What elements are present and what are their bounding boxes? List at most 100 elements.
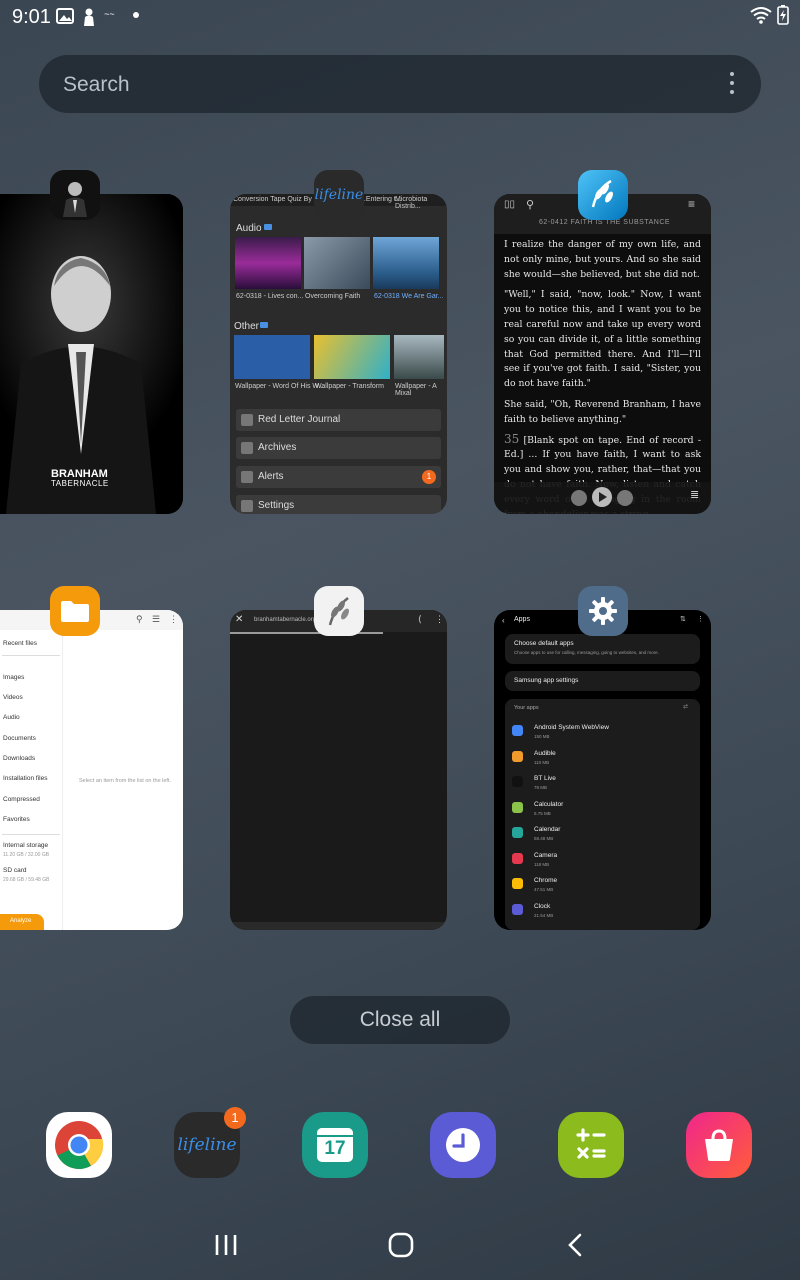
audio-item-title: Overcoming Faith bbox=[305, 293, 361, 300]
recent-app-my-files[interactable]: ⚲ ☰ ⋮ Recent files Images Videos Audio D… bbox=[0, 610, 183, 930]
recent-app-sermon-reader[interactable]: ▯▯ ⚲ ≡ 62-0412 FAITH IS THE SUBSTANCE I … bbox=[494, 194, 711, 514]
sermon-header: 62-0412 FAITH IS THE SUBSTANCE bbox=[539, 219, 671, 226]
files-sidebar-item[interactable]: SD card bbox=[3, 867, 26, 874]
settings-app-row[interactable]: BT Live 78 MB bbox=[494, 772, 711, 796]
playlist-icon[interactable]: ≣ bbox=[690, 488, 699, 501]
recents-search-bar[interactable]: Search bbox=[39, 55, 761, 113]
settings-app-row[interactable]: Audible 110 MB bbox=[494, 747, 711, 771]
app-name: Camera bbox=[534, 851, 558, 859]
wallpaper-thumbnail[interactable] bbox=[394, 335, 444, 379]
home-icon[interactable] bbox=[388, 1232, 414, 1258]
files-sidebar-item[interactable]: Documents bbox=[3, 735, 36, 742]
settings-app-row[interactable]: Android System WebView 150 MB bbox=[494, 721, 711, 745]
sermon-paragraph: She said, "Oh, Reverend Branham, I have … bbox=[504, 398, 701, 425]
dock-calendar[interactable]: 17 bbox=[302, 1112, 368, 1178]
megaphone-icon bbox=[241, 471, 253, 483]
journal-icon bbox=[241, 414, 253, 426]
sermon-reader-app-icon[interactable] bbox=[578, 170, 628, 220]
app-name: Calendar bbox=[534, 826, 561, 833]
lifeline-icon: lifeline bbox=[177, 1135, 237, 1155]
more-options-icon[interactable]: ⋮ bbox=[435, 614, 444, 625]
chrome-icon bbox=[55, 1121, 104, 1169]
app-size: 5.75 MB bbox=[534, 810, 551, 816]
gallery-notification-icon bbox=[56, 8, 74, 24]
menu-alerts[interactable]: Alerts 1 bbox=[236, 466, 441, 488]
menu-archives[interactable]: Archives bbox=[236, 437, 441, 459]
analyze-button[interactable]: Analyze bbox=[0, 914, 44, 930]
filter-icon[interactable]: ⇅ bbox=[680, 615, 686, 623]
wifi-icon bbox=[750, 7, 772, 24]
calculator-icon bbox=[576, 1128, 606, 1159]
recent-apps-icon[interactable] bbox=[214, 1232, 238, 1258]
search-icon[interactable]: ⚲ bbox=[136, 614, 143, 625]
settings-app-row[interactable]: Clock 21.54 MB bbox=[494, 900, 711, 924]
app-icon bbox=[512, 903, 523, 915]
files-sidebar-item[interactable]: Audio bbox=[3, 714, 20, 721]
app-name: Calculator bbox=[534, 800, 564, 808]
files-sidebar-item[interactable]: Downloads bbox=[3, 755, 35, 762]
choose-default-apps[interactable]: Choose default apps Choose apps to use f… bbox=[505, 634, 700, 664]
rewind-icon[interactable] bbox=[571, 490, 587, 506]
files-sidebar-item[interactable]: Favorites bbox=[3, 816, 30, 823]
dock-calculator[interactable] bbox=[558, 1112, 624, 1178]
share-icon[interactable]: ⟨ bbox=[418, 614, 422, 625]
settings-app-row[interactable]: Calendar 58.48 MB bbox=[494, 823, 711, 847]
wallpaper-thumbnail[interactable] bbox=[234, 335, 310, 379]
settings-app-row[interactable]: Chrome 47.51 MB bbox=[494, 874, 711, 898]
branham-portrait-image bbox=[0, 194, 183, 514]
settings-app-row[interactable]: Camera 118 MB bbox=[494, 849, 711, 873]
play-icon[interactable] bbox=[592, 487, 612, 507]
dock-galaxy-store[interactable] bbox=[686, 1112, 752, 1178]
recent-app-settings[interactable]: ‹ Apps ⇅ ⋮ Choose default apps Choose ap… bbox=[494, 610, 711, 930]
files-sidebar-item[interactable]: Images bbox=[3, 674, 24, 681]
wallpaper-title: Wallpaper - A Mixal bbox=[395, 383, 437, 397]
search-placeholder: Search bbox=[63, 73, 130, 96]
menu-red-letter-journal[interactable]: Red Letter Journal bbox=[236, 409, 441, 431]
my-files-app-icon[interactable] bbox=[50, 586, 100, 636]
recent-app-branham-tabernacle[interactable]: BRANHAM TABERNACLE bbox=[0, 194, 183, 514]
files-sidebar-item[interactable]: Recent files bbox=[3, 640, 37, 647]
app-icon bbox=[512, 878, 523, 889]
settings-app-icon[interactable] bbox=[578, 586, 628, 636]
files-sidebar-item[interactable]: Videos bbox=[3, 694, 23, 701]
app-size: 21.54 MB bbox=[534, 912, 554, 918]
search-icon[interactable]: ⚲ bbox=[526, 198, 534, 211]
close-all-button[interactable]: Close all bbox=[290, 996, 510, 1044]
more-options-icon[interactable] bbox=[730, 72, 734, 99]
wallpaper-thumbnail[interactable] bbox=[314, 335, 390, 379]
battery-charging-icon bbox=[777, 5, 789, 25]
back-icon[interactable] bbox=[565, 1232, 585, 1258]
files-sidebar-item[interactable]: Installation files bbox=[3, 775, 47, 782]
settings-app-row[interactable]: Calculator 5.75 MB bbox=[494, 798, 711, 822]
fast-forward-icon[interactable] bbox=[617, 490, 633, 506]
files-sidebar-item[interactable]: Compressed bbox=[3, 796, 40, 803]
calendar-icon: 17 bbox=[317, 1128, 353, 1162]
audio-thumbnail[interactable] bbox=[304, 237, 370, 289]
samsung-app-settings[interactable]: Samsung app settings bbox=[505, 671, 700, 691]
more-options-icon[interactable]: ⋮ bbox=[697, 615, 704, 623]
sermon-paragraph: "Well," I said, "now, look." Now, I want… bbox=[504, 289, 701, 390]
close-tab-icon[interactable]: ✕ bbox=[235, 614, 243, 625]
app-name: Chrome bbox=[534, 877, 558, 884]
back-icon[interactable]: ‹ bbox=[502, 616, 505, 625]
sort-icon[interactable]: ⇄ bbox=[683, 703, 688, 710]
menu-settings[interactable]: Settings bbox=[236, 495, 441, 514]
app-size: 118 MB bbox=[534, 861, 550, 867]
settings-title: Apps bbox=[514, 616, 530, 623]
branham-wheat-app-icon[interactable] bbox=[314, 586, 364, 636]
recent-app-browser[interactable]: ✕ branhamtabernacle.org ⟨ ⋮ bbox=[230, 610, 447, 930]
lifeline-app-icon[interactable]: lifeline bbox=[314, 170, 364, 220]
storage-detail: 29.68 GB / 59.48 GB bbox=[3, 877, 50, 883]
recent-app-lifeline[interactable]: Conversion Tape Quiz By P... ...Entering… bbox=[230, 194, 447, 514]
menu-icon[interactable]: ≡ bbox=[688, 197, 695, 211]
files-sidebar-item[interactable]: Internal storage bbox=[3, 842, 48, 849]
more-options-icon[interactable]: ⋮ bbox=[169, 614, 178, 625]
book-icon[interactable]: ▯▯ bbox=[504, 199, 515, 210]
audio-thumbnail[interactable] bbox=[235, 237, 301, 289]
dock-clock[interactable] bbox=[430, 1112, 496, 1178]
list-view-icon[interactable]: ☰ bbox=[152, 614, 160, 625]
audio-thumbnail[interactable] bbox=[373, 237, 439, 289]
audio-item-title: 62-0318 - Lives con... bbox=[236, 293, 304, 300]
branham-app-icon[interactable] bbox=[50, 170, 100, 220]
dock-chrome[interactable] bbox=[46, 1112, 112, 1178]
